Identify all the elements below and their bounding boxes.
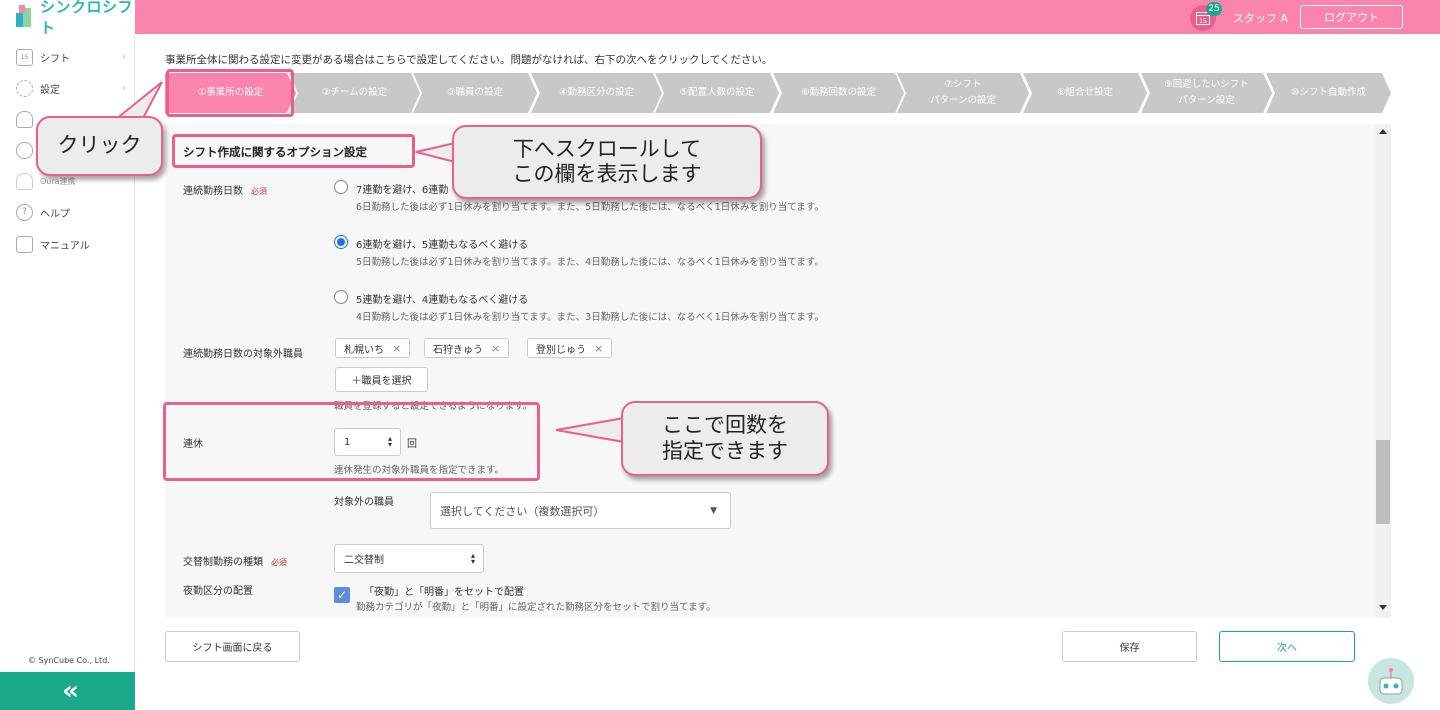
callout-pointers — [107, 81, 625, 444]
callout-click: クリック — [36, 116, 163, 176]
callout-count: ここで回数を 指定できます — [621, 401, 829, 476]
callout-scroll: 下へスクロールして この欄を表示します — [452, 125, 762, 199]
